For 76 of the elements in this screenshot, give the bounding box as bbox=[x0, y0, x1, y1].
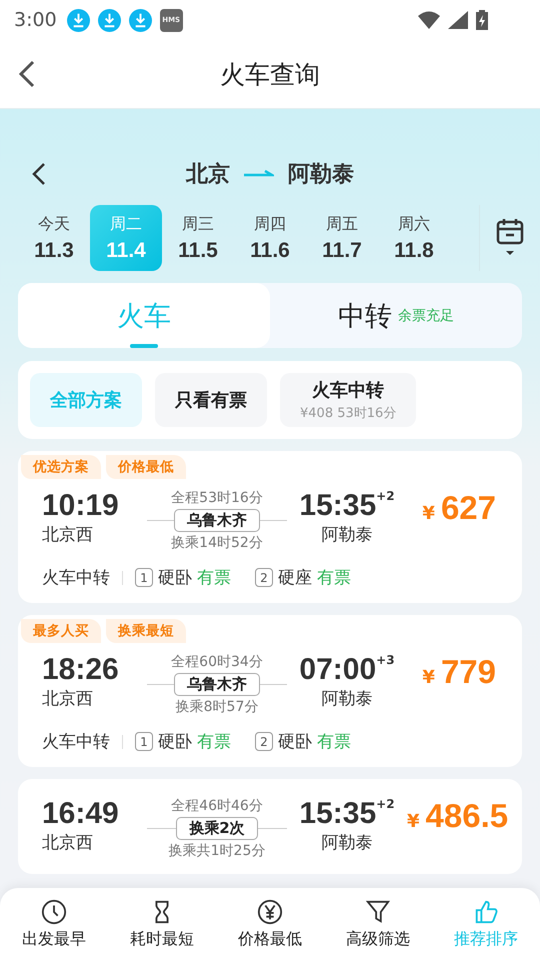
seat-type: 硬座 bbox=[278, 567, 312, 589]
tag: 最多人买 bbox=[21, 619, 101, 643]
sort-button[interactable]: 高级筛选 bbox=[324, 888, 432, 960]
day-offset: +3 bbox=[376, 653, 395, 667]
thumbs-up-icon bbox=[473, 898, 499, 924]
download-icon bbox=[66, 8, 90, 32]
legs-label: 火车中转 bbox=[42, 731, 110, 753]
transfer-wait: 换乘14时52分 bbox=[171, 534, 263, 552]
leg-number: 2 bbox=[255, 732, 273, 751]
arrive-station: 阿勒泰 bbox=[322, 688, 372, 710]
price: 486.5 bbox=[426, 797, 508, 835]
availability: 有票 bbox=[197, 567, 231, 589]
yen-icon bbox=[257, 898, 283, 924]
download-icon bbox=[98, 8, 121, 32]
depart-time: 16:49 bbox=[42, 797, 120, 831]
legs-label: 火车中转 bbox=[42, 567, 110, 589]
status-time: 3:00 bbox=[14, 9, 57, 31]
wifi-icon bbox=[418, 11, 440, 29]
price: 779 bbox=[440, 653, 496, 691]
filter-icon bbox=[365, 898, 391, 924]
depart-time: 18:26 bbox=[42, 653, 120, 687]
sort-button[interactable]: 耗时最短 bbox=[108, 888, 216, 960]
currency-sign: ¥ bbox=[422, 667, 435, 688]
filter-chip[interactable]: 火车中转 ¥408 53时16分 bbox=[280, 373, 416, 427]
seat-type: 硬卧 bbox=[158, 731, 192, 753]
currency-sign: ¥ bbox=[422, 503, 435, 524]
back-icon[interactable] bbox=[30, 161, 48, 187]
mode-tab[interactable]: 中转 余票充足 bbox=[270, 283, 522, 348]
date-tab[interactable]: 今天 11.3 bbox=[18, 205, 90, 271]
leg-number: 1 bbox=[135, 568, 153, 587]
ticket-note: 余票充足 bbox=[398, 306, 454, 324]
date-tab[interactable]: 周三 11.5 bbox=[162, 205, 234, 271]
arrive-time: 15:35 bbox=[299, 797, 376, 831]
price: 627 bbox=[440, 489, 496, 527]
transfer-label: 乌鲁木齐 bbox=[174, 509, 260, 532]
sort-button[interactable]: 出发最早 bbox=[0, 888, 108, 960]
arrive-station: 阿勒泰 bbox=[322, 524, 372, 546]
depart-station: 北京西 bbox=[42, 832, 94, 854]
day-offset: +2 bbox=[376, 797, 395, 811]
battery-icon bbox=[476, 10, 488, 30]
transfer-wait: 换乘8时57分 bbox=[176, 698, 258, 716]
signal-icon bbox=[448, 11, 468, 29]
depart-station: 北京西 bbox=[42, 524, 94, 546]
leg-number: 1 bbox=[135, 732, 153, 751]
tag: 优选方案 bbox=[21, 455, 101, 479]
destination-city: 阿勒泰 bbox=[288, 161, 354, 189]
origin-city: 北京 bbox=[186, 161, 230, 189]
sort-button[interactable]: 价格最低 bbox=[216, 888, 324, 960]
total-duration: 全程53时16分 bbox=[171, 489, 263, 507]
page-title: 火车查询 bbox=[220, 60, 320, 88]
depart-time: 10:19 bbox=[42, 489, 120, 523]
day-offset: +2 bbox=[376, 489, 395, 503]
date-tab[interactable]: 周五 11.7 bbox=[306, 205, 378, 271]
date-tab[interactable]: 周四 11.6 bbox=[234, 205, 306, 271]
clock-icon bbox=[41, 898, 67, 924]
date-tab[interactable]: 周六 11.8 bbox=[378, 205, 450, 271]
tag: 换乘最短 bbox=[106, 619, 186, 643]
transfer-wait: 换乘共1时25分 bbox=[168, 842, 266, 860]
transfer-label: 乌鲁木齐 bbox=[174, 673, 260, 696]
depart-station: 北京西 bbox=[42, 688, 94, 710]
availability: 有票 bbox=[197, 731, 231, 753]
seat-type: 硬卧 bbox=[158, 567, 192, 589]
arrive-time: 07:00 bbox=[299, 653, 376, 687]
download-icon bbox=[128, 8, 152, 32]
seat-type: 硬卧 bbox=[278, 731, 312, 753]
tag: 价格最低 bbox=[106, 455, 186, 479]
filter-chip[interactable]: 只看有票 bbox=[155, 373, 267, 427]
availability: 有票 bbox=[317, 567, 351, 589]
availability: 有票 bbox=[317, 731, 351, 753]
total-duration: 全程46时46分 bbox=[171, 797, 263, 815]
arrive-station: 阿勒泰 bbox=[322, 832, 372, 854]
total-duration: 全程60时34分 bbox=[171, 653, 263, 671]
currency-sign: ¥ bbox=[407, 811, 420, 832]
leg-number: 2 bbox=[255, 568, 273, 587]
arrive-time: 15:35 bbox=[299, 489, 376, 523]
transfer-label: 换乘2次 bbox=[176, 817, 258, 840]
